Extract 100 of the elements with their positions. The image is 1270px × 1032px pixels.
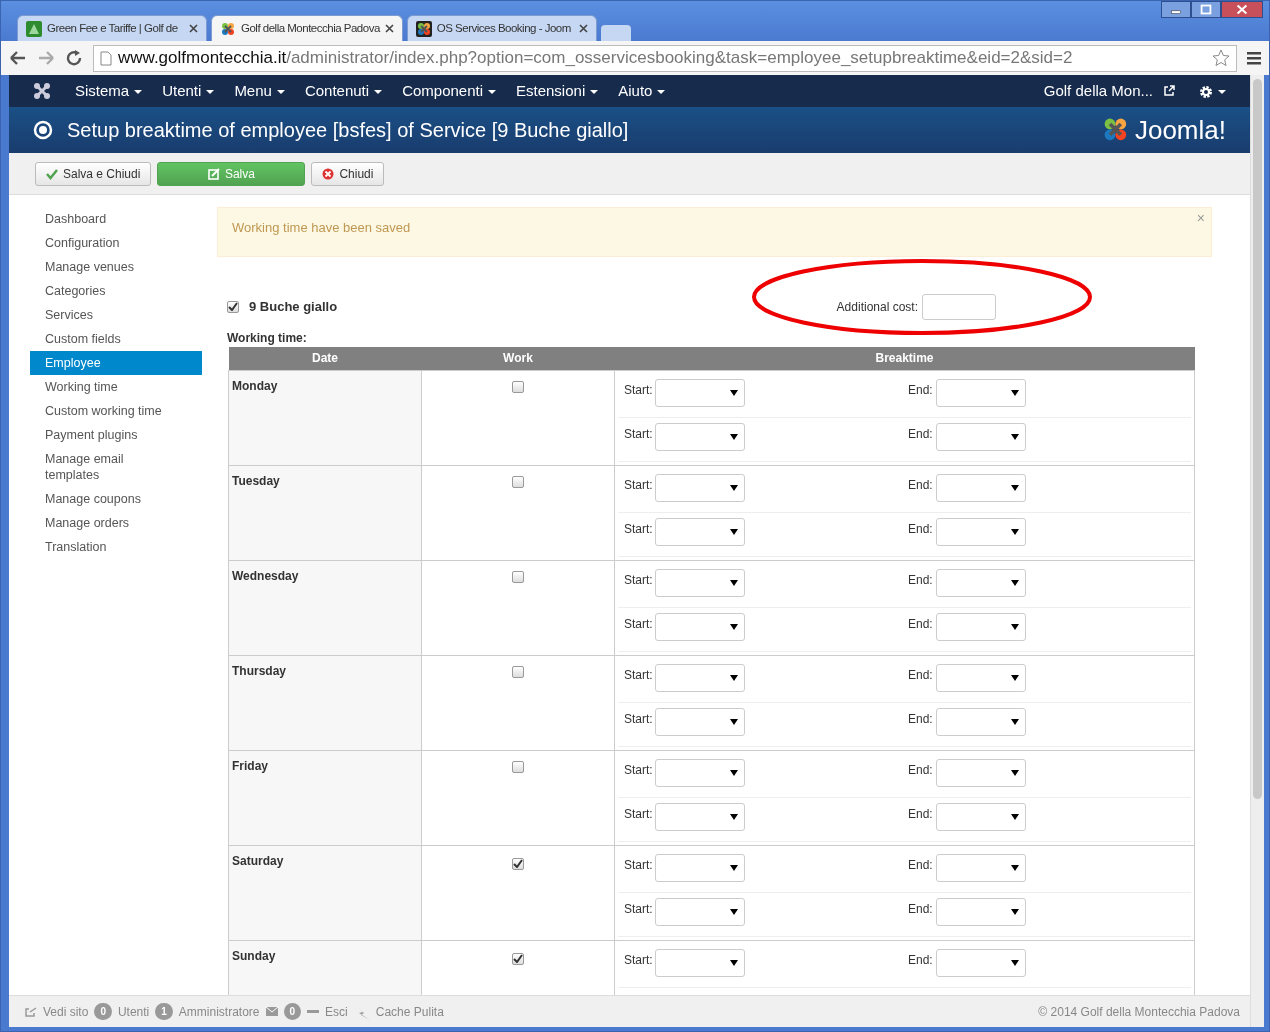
work-checkbox[interactable] [512, 666, 524, 678]
field-label: End: [908, 382, 934, 399]
field-label: End: [908, 426, 934, 443]
end-select[interactable] [936, 423, 1026, 451]
service-checkbox[interactable] [227, 300, 239, 313]
nav-menu[interactable]: Aiuto [608, 79, 676, 103]
joomla-logo-icon[interactable] [33, 82, 51, 100]
column-header: Date [228, 346, 422, 371]
work-checkbox[interactable] [512, 952, 524, 965]
work-checkbox[interactable] [512, 857, 524, 870]
sidebar-item[interactable]: Manage coupons [30, 487, 202, 511]
favicon-icon [415, 20, 432, 37]
close-button[interactable]: Chiudi [311, 161, 385, 186]
start-select[interactable] [655, 949, 745, 977]
start-select[interactable] [655, 759, 745, 787]
start-select[interactable] [655, 518, 745, 546]
start-select[interactable] [655, 569, 745, 597]
sidebar-item[interactable]: Payment plugins [30, 423, 202, 447]
sidebar-item[interactable]: Employee [30, 351, 202, 375]
sidebar-item[interactable]: Custom fields [30, 327, 202, 351]
sidebar-item[interactable]: Configuration [30, 231, 202, 255]
field-label: End: [908, 667, 934, 684]
page-icon [100, 50, 112, 66]
end-select[interactable] [936, 379, 1026, 407]
nav-menu[interactable]: Menu [224, 79, 295, 103]
star-icon[interactable] [1212, 49, 1230, 67]
minimize-icon[interactable] [1161, 1, 1191, 18]
maximize-icon[interactable] [1191, 1, 1221, 18]
sidebar-item[interactable]: Manage email templates [30, 447, 202, 487]
start-select[interactable] [655, 613, 745, 641]
end-select[interactable] [936, 708, 1026, 736]
nav-menu[interactable]: Componenti [392, 79, 506, 103]
external-link-icon [25, 1006, 37, 1017]
end-select[interactable] [936, 613, 1026, 641]
work-checkbox[interactable] [512, 761, 524, 773]
sidebar-item[interactable]: Translation [30, 535, 202, 559]
day-cell: Sunday [228, 940, 422, 995]
status-label: Utenti [117, 1003, 150, 1021]
column-header: Breaktime [614, 346, 1195, 371]
mail-icon [265, 1007, 278, 1016]
sidebar-item[interactable]: Manage orders [30, 511, 202, 535]
scrollbar[interactable] [1250, 75, 1264, 1027]
start-select[interactable] [655, 854, 745, 882]
menu-icon[interactable] [1247, 51, 1261, 65]
end-select[interactable] [936, 518, 1026, 546]
end-select[interactable] [936, 854, 1026, 882]
field-label: End: [908, 762, 934, 779]
sidebar-item[interactable]: Services [30, 303, 202, 327]
address-bar[interactable]: www.golfmontecchia.it/administrator/index.php?option=com_osservicesbooking&task=employee_setupbreaktime&eid=2&sid=2 [93, 44, 1237, 72]
nav-menu[interactable]: Contenuti [294, 79, 393, 103]
end-select[interactable] [936, 664, 1026, 692]
new-tab-button[interactable] [600, 25, 631, 41]
save-close-button[interactable]: Salva e Chiudi [35, 161, 152, 186]
start-select[interactable] [655, 664, 745, 692]
field-label: Start: [624, 901, 654, 918]
site-link[interactable]: Golf della Mon... [1033, 79, 1163, 103]
status-label: Cache Pulita [375, 1003, 444, 1021]
favicon-icon [220, 20, 236, 37]
forward-icon[interactable] [37, 50, 55, 66]
end-select[interactable] [936, 759, 1026, 787]
status-label: Amministratore [178, 1003, 260, 1021]
browser-tab[interactable]: Golf della Montecchia Padova [211, 15, 403, 41]
additional-cost-field[interactable] [922, 293, 996, 320]
close-icon[interactable] [578, 24, 588, 33]
sidebar-item[interactable]: Custom working time [30, 399, 202, 423]
sidebar-item[interactable]: Dashboard [30, 207, 202, 231]
end-select[interactable] [936, 949, 1026, 977]
work-checkbox[interactable] [512, 381, 524, 393]
nav-menu[interactable]: Utenti [152, 79, 225, 103]
start-select[interactable] [655, 474, 745, 502]
service-name: 9 Buche giallo [249, 297, 338, 316]
reload-icon[interactable] [65, 49, 83, 67]
work-checkbox[interactable] [512, 476, 524, 488]
field-label: End: [908, 572, 934, 589]
start-select[interactable] [655, 898, 745, 926]
close-icon[interactable] [384, 24, 394, 33]
sidebar-item[interactable]: Categories [30, 279, 202, 303]
nav-menu[interactable]: Estensioni [506, 79, 609, 103]
sidebar-item[interactable]: Manage venues [30, 255, 202, 279]
end-select[interactable] [936, 474, 1026, 502]
start-select[interactable] [655, 803, 745, 831]
nav-menu[interactable]: Sistema [65, 79, 153, 103]
close-icon[interactable] [1221, 1, 1263, 18]
back-icon[interactable] [9, 50, 27, 66]
sidebar-item[interactable]: Working time [30, 375, 202, 399]
url-text: www.golfmontecchia.it/administrator/index.php?option=com_osservicesbooking&task=employee_setupbreaktime&eid=2&sid=2 [118, 47, 1073, 70]
start-select[interactable] [655, 708, 745, 736]
start-select[interactable] [655, 423, 745, 451]
close-icon[interactable] [189, 24, 198, 33]
field-label: Start: [624, 711, 654, 728]
browser-tab[interactable]: Green Fee e Tariffe | Golf de [17, 15, 207, 41]
end-select[interactable] [936, 898, 1026, 926]
field-label: Start: [624, 521, 654, 538]
end-select[interactable] [936, 569, 1026, 597]
field-label: End: [908, 857, 934, 874]
start-select[interactable] [655, 379, 745, 407]
end-select[interactable] [936, 803, 1026, 831]
work-checkbox[interactable] [512, 571, 524, 583]
browser-tab[interactable]: OS Services Booking - Joom [406, 15, 597, 41]
check-icon [46, 167, 58, 180]
